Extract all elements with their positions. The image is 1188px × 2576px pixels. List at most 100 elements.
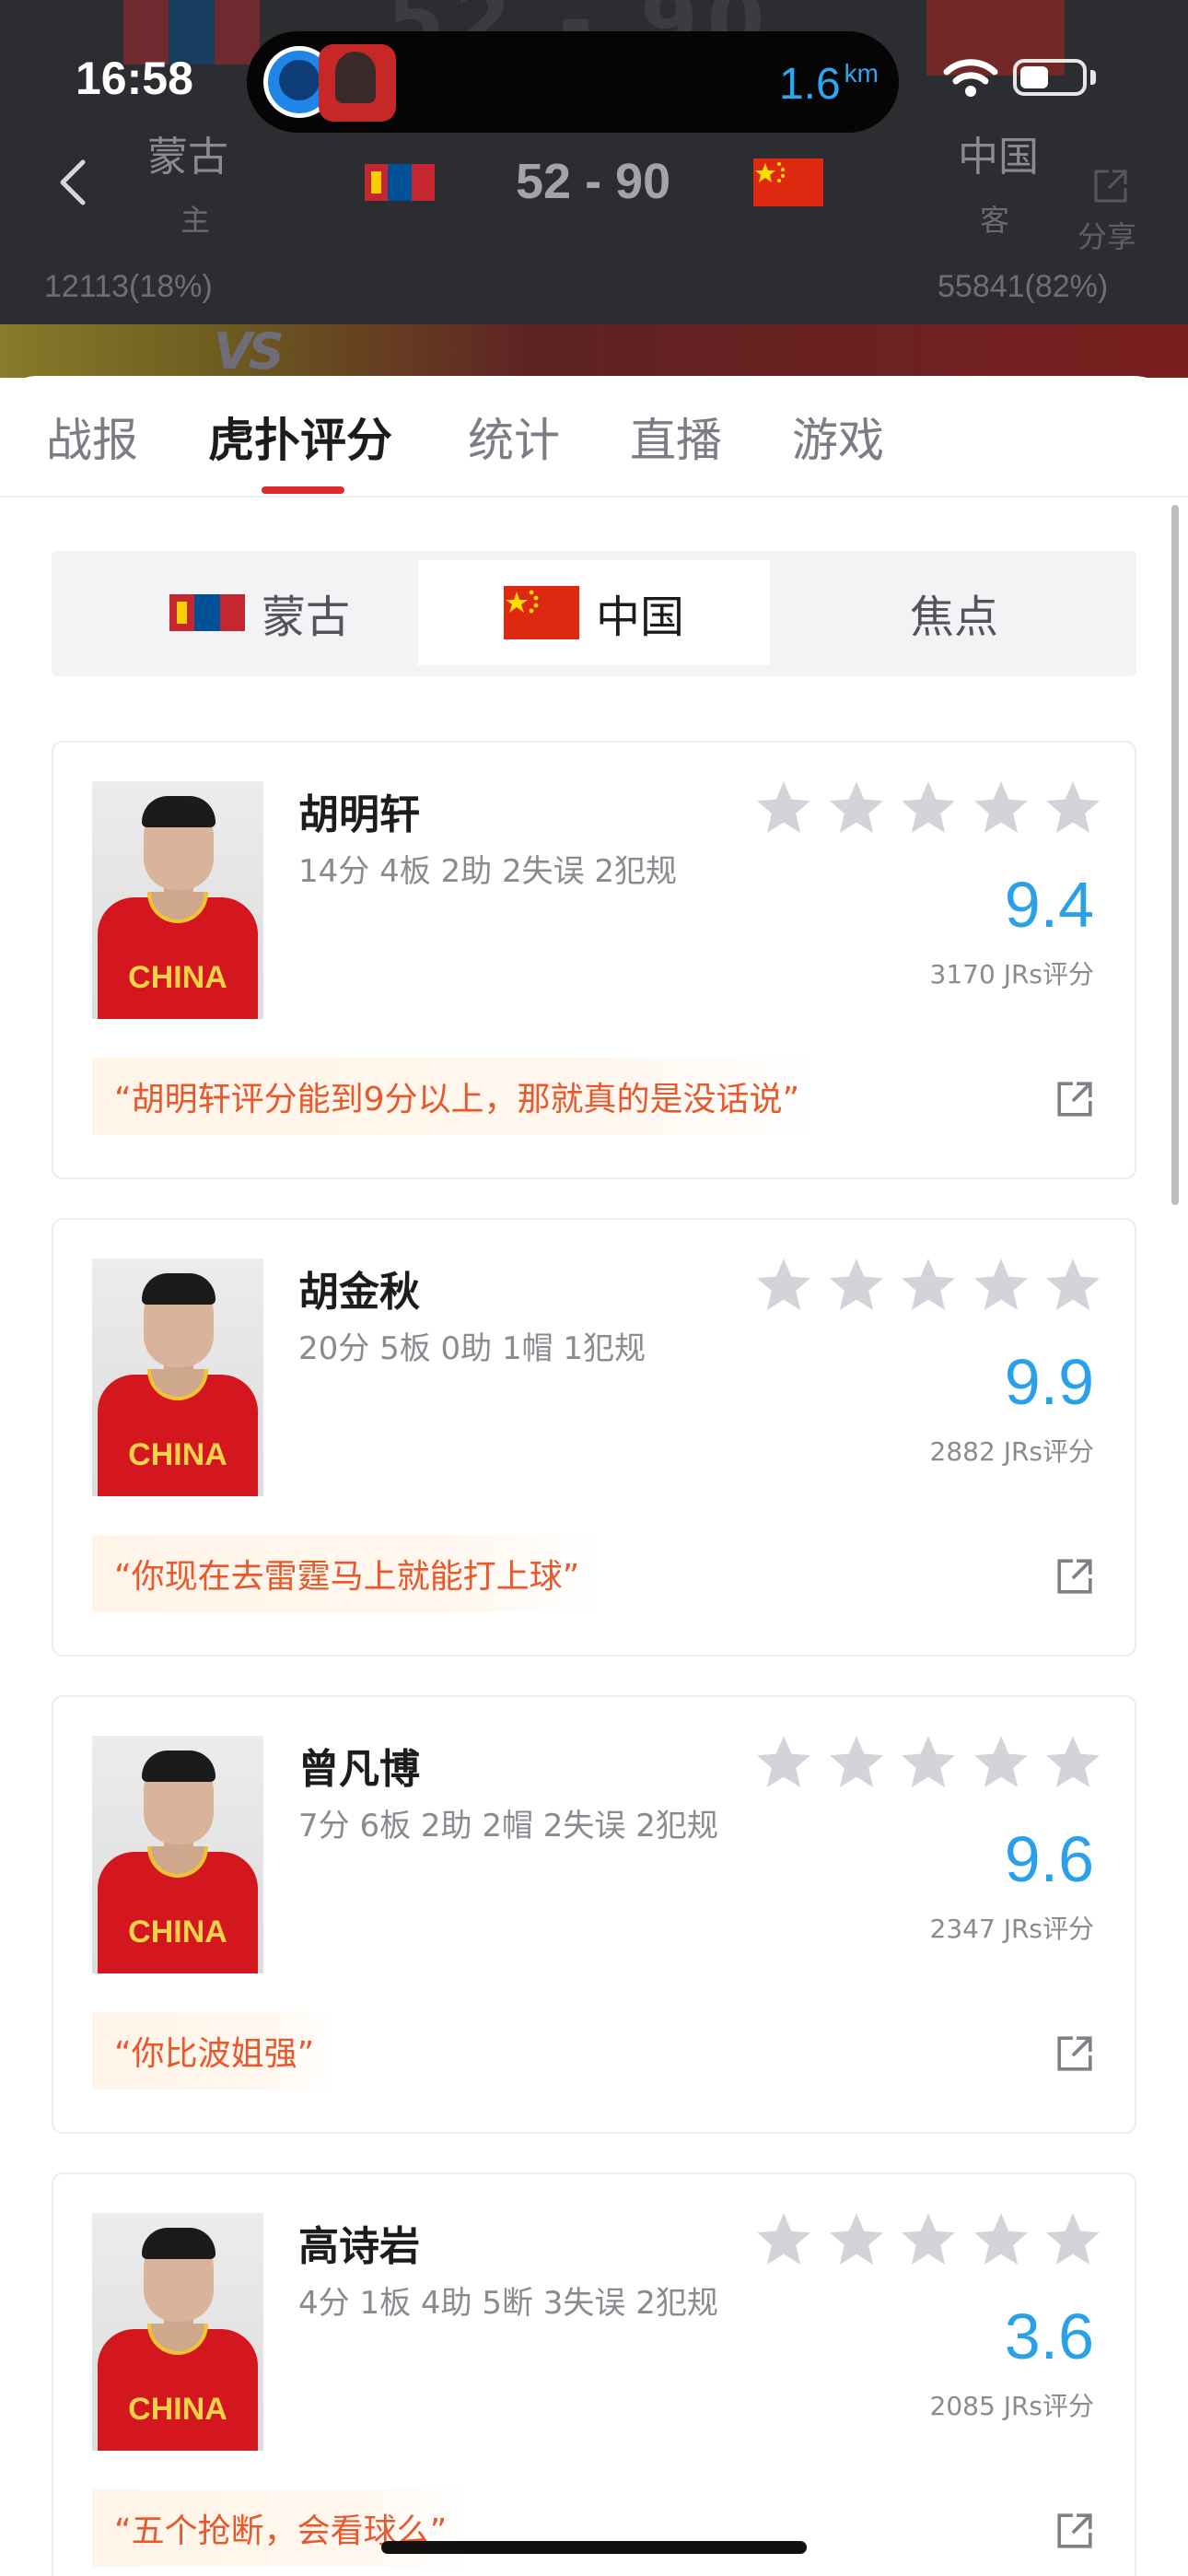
star-icon[interactable] <box>971 2209 1031 2270</box>
vote-band <box>0 324 1188 378</box>
home-team-name: 蒙古 <box>147 134 228 181</box>
star-icon[interactable] <box>898 2209 959 2270</box>
star-icon[interactable] <box>898 1255 959 1316</box>
home-indicator[interactable] <box>381 2541 807 2554</box>
wifi-icon <box>943 59 998 97</box>
team-switch-china-label: 中国 <box>595 591 684 643</box>
top-comment[interactable]: “胡明轩评分能到9分以上，那就真的是没话说” <box>92 1058 822 1135</box>
jersey-text: CHINA <box>128 1914 227 1950</box>
tab-games[interactable]: 游戏 <box>792 404 884 470</box>
star-icon[interactable] <box>753 2209 814 2270</box>
rating-votes: 2347 JRs评分 <box>929 1914 1094 1944</box>
star-icon[interactable] <box>1042 2209 1103 2270</box>
player-card[interactable]: CHINA 胡明轩 14分 4板 2助 2失误 2犯规 9.4 3170 JRs… <box>52 741 1136 1179</box>
battery-nub <box>1090 70 1096 85</box>
star-icon[interactable] <box>971 1732 1031 1793</box>
team-switch-mongolia[interactable]: 蒙古 <box>61 560 459 665</box>
player-stats: 14分 4板 2助 2失误 2犯规 <box>298 853 678 890</box>
player-card[interactable]: CHINA 高诗岩 4分 1板 4助 5断 3失误 2犯规 3.6 2085 J… <box>52 2172 1136 2576</box>
away-team-name: 中国 <box>958 134 1039 181</box>
team-switch-china[interactable]: 中国 <box>418 560 770 665</box>
player-rating: 9.9 <box>1004 1346 1094 1418</box>
tab-live[interactable]: 直播 <box>630 404 722 470</box>
team-switch-mongolia-label: 蒙古 <box>261 591 350 643</box>
team-switch: 蒙古 中国 焦点 <box>52 551 1136 676</box>
flag-china <box>753 158 823 206</box>
distance-unit: km <box>844 59 879 88</box>
top-comment[interactable]: “你现在去雷霆马上就能打上球” <box>92 1535 602 1612</box>
rating-stars[interactable] <box>753 1732 1103 1793</box>
star-icon[interactable] <box>753 1255 814 1316</box>
share-icon[interactable] <box>1055 1557 1094 1596</box>
player-stats: 7分 6板 2助 2帽 2失误 2犯规 <box>298 1808 718 1844</box>
team-switch-focus-label: 焦点 <box>909 591 998 643</box>
top-comment[interactable]: “五个抢断，会看球么” <box>92 2489 470 2567</box>
vs-mark: VS <box>214 322 285 378</box>
flag-china-icon <box>503 586 579 639</box>
rating-votes: 2882 JRs评分 <box>929 1436 1094 1467</box>
star-icon[interactable] <box>753 778 814 838</box>
player-name: 曾凡博 <box>298 1746 420 1793</box>
star-icon[interactable] <box>753 1732 814 1793</box>
back-chevron-icon[interactable] <box>55 157 92 208</box>
rating-stars[interactable] <box>753 2209 1103 2270</box>
star-icon[interactable] <box>971 778 1031 838</box>
player-card[interactable]: CHINA 曾凡博 7分 6板 2助 2帽 2失误 2犯规 9.6 2347 J… <box>52 1695 1136 2134</box>
jersey-text: CHINA <box>128 960 227 995</box>
player-name: 胡金秋 <box>298 1269 420 1316</box>
tab-stats[interactable]: 统计 <box>468 404 560 470</box>
match-score: 52 - 90 <box>516 154 671 209</box>
share-icon[interactable] <box>1055 1080 1094 1118</box>
match-header: 52 - 90 VS 16:58 1.6km 蒙古 主 52 - 90 中国 客 <box>0 0 1188 378</box>
flag-mongolia-icon <box>169 594 245 631</box>
flag-mongolia <box>365 164 435 201</box>
star-icon[interactable] <box>826 778 887 838</box>
battery-icon <box>1013 59 1087 96</box>
away-votes: 55841(82%) <box>938 269 1109 304</box>
star-icon[interactable] <box>1042 778 1103 838</box>
distance-value: 1.6 <box>778 60 841 109</box>
rating-stars[interactable] <box>753 778 1103 838</box>
rating-votes: 2085 JRs评分 <box>929 2391 1094 2421</box>
share-icon[interactable] <box>1055 2034 1094 2073</box>
jersey-text: CHINA <box>128 2392 227 2427</box>
app-thumbnail-icon <box>319 44 396 122</box>
scrollbar[interactable] <box>1171 505 1179 1205</box>
share-icon[interactable] <box>1092 168 1129 205</box>
home-team-side: 主 <box>181 203 211 238</box>
star-icon[interactable] <box>826 1732 887 1793</box>
player-name: 高诗岩 <box>298 2223 420 2270</box>
tab-hupu-rating[interactable]: 虎扑评分 <box>208 404 392 470</box>
status-time: 16:58 <box>76 53 193 104</box>
home-votes: 12113(18%) <box>44 269 213 304</box>
share-icon[interactable] <box>1055 2512 1094 2550</box>
share-label[interactable]: 分享 <box>1077 214 1136 256</box>
player-rating: 9.4 <box>1004 869 1094 941</box>
player-card[interactable]: CHINA 胡金秋 20分 5板 0助 1帽 1犯规 9.9 2882 JRs评… <box>52 1218 1136 1657</box>
star-icon[interactable] <box>826 2209 887 2270</box>
star-icon[interactable] <box>826 1255 887 1316</box>
away-team-side: 客 <box>980 203 1010 238</box>
star-icon[interactable] <box>1042 1732 1103 1793</box>
star-icon[interactable] <box>898 1732 959 1793</box>
team-switch-focus[interactable]: 焦点 <box>779 560 1129 665</box>
tab-bar: 战报 虎扑评分 统计 直播 游戏 <box>0 376 1188 498</box>
player-stats: 4分 1板 4助 5断 3失误 2犯规 <box>298 2285 718 2322</box>
active-tab-indicator <box>262 486 344 494</box>
rating-stars[interactable] <box>753 1255 1103 1316</box>
player-photo: CHINA <box>92 1736 263 1973</box>
player-photo: CHINA <box>92 2213 263 2451</box>
player-rating: 3.6 <box>1004 2301 1094 2372</box>
tab-report[interactable]: 战报 <box>46 404 138 470</box>
star-icon[interactable] <box>898 778 959 838</box>
rating-votes: 3170 JRs评分 <box>929 959 1094 989</box>
dynamic-island[interactable]: 1.6 km <box>247 31 899 133</box>
player-name: 胡明轩 <box>298 791 420 838</box>
star-icon[interactable] <box>971 1255 1031 1316</box>
player-rating: 9.6 <box>1004 1823 1094 1895</box>
player-photo: CHINA <box>92 1259 263 1496</box>
star-icon[interactable] <box>1042 1255 1103 1316</box>
jersey-text: CHINA <box>128 1437 227 1472</box>
top-comment[interactable]: “你比波姐强” <box>92 2012 337 2090</box>
island-distance: 1.6 km <box>779 59 879 110</box>
